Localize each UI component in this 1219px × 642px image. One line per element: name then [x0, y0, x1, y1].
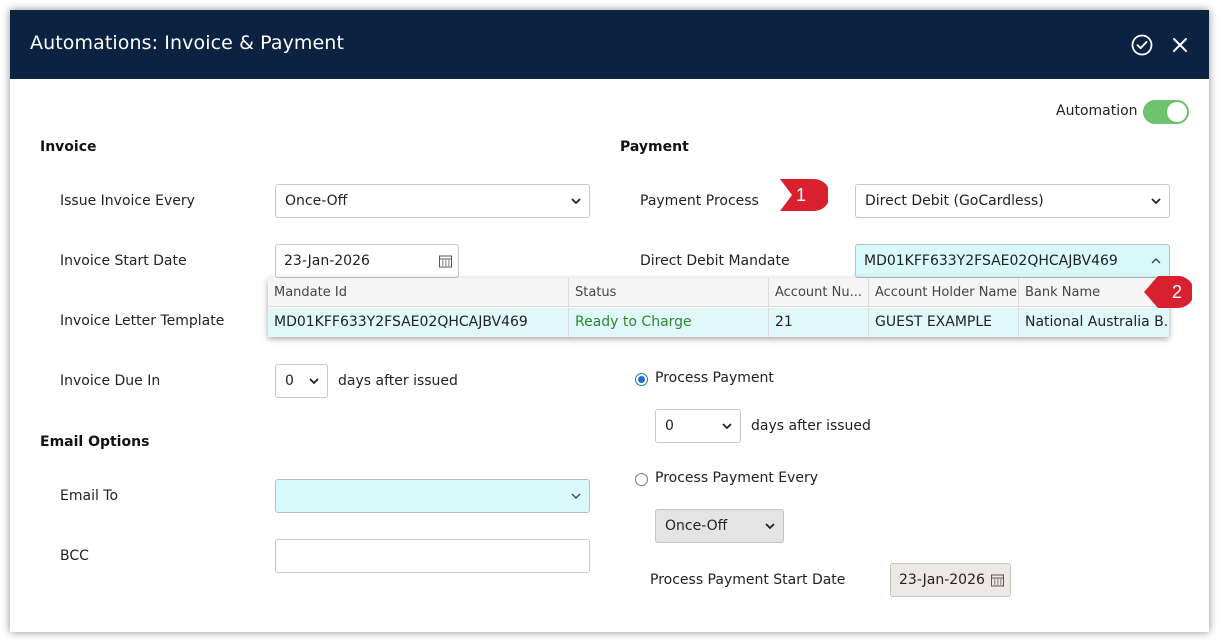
table-row[interactable]: MD01KFF633Y2FSAE02QHCAJBV469 Ready to Ch…: [268, 308, 1169, 337]
chevron-down-icon: [1151, 198, 1161, 205]
process-payment-days-value: 0: [665, 418, 674, 434]
process-payment-start-date-value: 23-Jan-2026: [899, 572, 985, 588]
direct-debit-mandate-select[interactable]: MD01KFF633Y2FSAE02QHCAJBV469: [855, 244, 1170, 278]
col-status[interactable]: Status: [569, 278, 769, 307]
invoice-due-in-select[interactable]: 0: [275, 364, 328, 398]
process-payment-every-radio[interactable]: [635, 473, 648, 486]
close-icon[interactable]: [1169, 34, 1191, 56]
payment-process-label: Payment Process: [640, 193, 759, 209]
invoice-due-in-label: Invoice Due In: [60, 373, 161, 389]
col-mandate-id[interactable]: Mandate Id: [268, 278, 569, 307]
cell-account-holder-name: GUEST EXAMPLE: [869, 308, 1019, 337]
invoice-due-in-suffix: days after issued: [338, 373, 458, 389]
mandate-table-header: Mandate Id Status Account Nu... Account …: [268, 278, 1169, 307]
payment-section-title: Payment: [620, 139, 689, 155]
invoice-section-title: Invoice: [40, 139, 97, 155]
issue-invoice-every-select[interactable]: Once-Off: [275, 184, 590, 218]
invoice-start-date-value: 23-Jan-2026: [284, 253, 370, 269]
cell-status: Ready to Charge: [569, 308, 769, 337]
payment-process-select[interactable]: Direct Debit (GoCardless): [855, 184, 1170, 218]
callout-marker-1: 1: [778, 177, 830, 213]
dialog-header: Automations: Invoice & Payment: [10, 10, 1209, 79]
callout-marker-2: 2: [1142, 274, 1194, 310]
dialog-title: Automations: Invoice & Payment: [30, 32, 345, 54]
process-payment-days-select[interactable]: 0: [655, 409, 741, 443]
chevron-down-icon: [309, 378, 319, 385]
cell-mandate-id: MD01KFF633Y2FSAE02QHCAJBV469: [268, 308, 569, 337]
issue-invoice-every-label: Issue Invoice Every: [60, 193, 195, 209]
bcc-label: BCC: [60, 548, 89, 564]
process-payment-start-date-label: Process Payment Start Date: [650, 572, 846, 588]
chevron-down-icon: [765, 523, 775, 530]
direct-debit-mandate-label: Direct Debit Mandate: [640, 253, 790, 269]
process-payment-start-date-field[interactable]: 23-Jan-2026: [890, 563, 1011, 597]
automation-label: Automation: [1056, 103, 1138, 119]
calendar-icon[interactable]: [439, 255, 452, 268]
process-payment-every-label: Process Payment Every: [655, 470, 819, 486]
calendar-icon[interactable]: [991, 574, 1004, 587]
payment-process-value: Direct Debit (GoCardless): [865, 193, 1044, 209]
automation-toggle[interactable]: [1143, 100, 1189, 124]
direct-debit-mandate-value: MD01KFF633Y2FSAE02QHCAJBV469: [864, 253, 1118, 269]
confirm-check-icon[interactable]: [1131, 34, 1153, 56]
process-payment-every-select[interactable]: Once-Off: [655, 509, 784, 543]
invoice-start-date-field[interactable]: 23-Jan-2026: [275, 244, 459, 278]
email-to-select[interactable]: [275, 479, 590, 513]
invoice-due-in-value: 0: [285, 373, 294, 389]
col-account-number[interactable]: Account Nu...: [769, 278, 869, 307]
marker-1-number: 1: [795, 185, 806, 205]
email-to-label: Email To: [60, 488, 119, 504]
email-options-section-title: Email Options: [40, 434, 150, 450]
col-account-holder-name[interactable]: Account Holder Name: [869, 278, 1019, 307]
invoice-letter-template-label: Invoice Letter Template: [60, 313, 225, 329]
process-payment-label: Process Payment: [655, 370, 774, 386]
chevron-down-icon: [571, 493, 581, 499]
process-payment-days-suffix: days after issued: [751, 418, 871, 434]
chevron-down-icon: [571, 198, 581, 205]
process-payment-radio[interactable]: [635, 373, 648, 386]
automations-dialog: Automations: Invoice & Payment Automatio…: [10, 10, 1209, 632]
invoice-start-date-label: Invoice Start Date: [60, 253, 187, 269]
cell-bank-name: National Australia B...: [1025, 314, 1169, 330]
process-payment-every-value: Once-Off: [665, 518, 728, 534]
mandate-dropdown-popup: Mandate Id Status Account Nu... Account …: [268, 278, 1169, 337]
toggle-knob: [1167, 102, 1187, 122]
chevron-up-icon: [1151, 258, 1161, 264]
chevron-down-icon: [722, 423, 732, 430]
issue-invoice-every-value: Once-Off: [285, 193, 348, 209]
bcc-input[interactable]: [275, 539, 590, 573]
cell-account-number: 21: [769, 308, 869, 337]
marker-2-number: 2: [1171, 282, 1182, 302]
